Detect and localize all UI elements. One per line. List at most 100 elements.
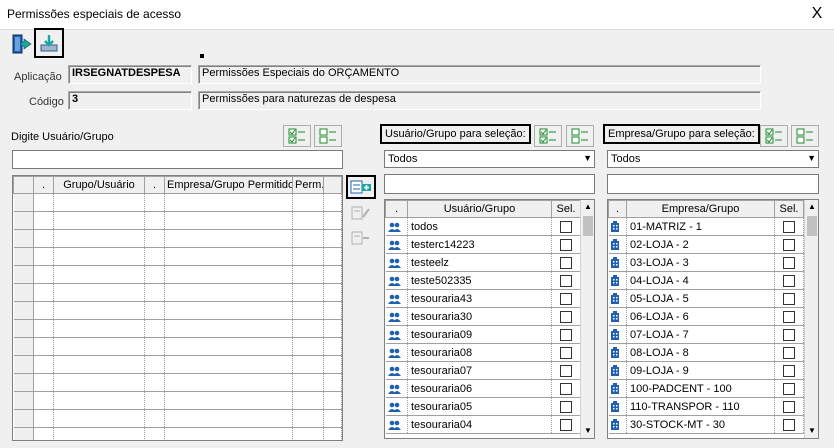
user-row-select[interactable] xyxy=(551,415,581,434)
company-row[interactable]: 09-LOJA - 9 xyxy=(608,361,818,380)
select-checkbox[interactable] xyxy=(560,364,572,377)
user-row-select[interactable] xyxy=(551,361,581,380)
company-row-select[interactable] xyxy=(774,361,804,380)
user-row[interactable]: todos xyxy=(385,217,594,236)
table-cell[interactable] xyxy=(33,319,54,338)
company-row-select[interactable] xyxy=(774,343,804,362)
company-row-select[interactable] xyxy=(774,325,804,344)
companies-col-name[interactable]: Empresa/Grupo xyxy=(626,200,775,218)
companies-filter-combo[interactable]: Todos ▼ xyxy=(607,150,819,168)
company-row-name[interactable]: 04-LOJA - 4 xyxy=(626,271,775,290)
company-row[interactable]: 02-LOJA - 2 xyxy=(608,235,818,254)
company-row[interactable]: 08-LOJA - 8 xyxy=(608,343,818,362)
select-checkbox[interactable] xyxy=(560,400,572,413)
user-row[interactable]: tesouraria05 xyxy=(385,397,594,416)
left-col-perm[interactable]: Perm. xyxy=(292,176,324,194)
table-cell[interactable] xyxy=(144,193,165,212)
user-row-name[interactable]: tesouraria07 xyxy=(407,361,552,380)
table-cell[interactable] xyxy=(164,409,293,428)
company-row-name[interactable]: 30-STOCK-MT - 30 xyxy=(626,415,775,434)
user-row-select[interactable] xyxy=(551,289,581,308)
left-col-company-group[interactable]: Empresa/Grupo Permitido xyxy=(164,176,293,194)
select-checkbox[interactable] xyxy=(783,220,795,233)
users-scrollbar[interactable]: ▲ ▼ xyxy=(580,200,594,438)
user-row-select[interactable] xyxy=(551,343,581,362)
user-row-name[interactable]: tesouraria08 xyxy=(407,343,552,362)
company-row-name[interactable]: 03-LOJA - 3 xyxy=(626,253,775,272)
save-button[interactable] xyxy=(34,28,64,58)
select-checkbox[interactable] xyxy=(560,292,572,305)
select-checkbox[interactable] xyxy=(783,274,795,287)
table-row[interactable] xyxy=(13,355,342,374)
table-row[interactable] xyxy=(13,229,342,248)
company-row-name[interactable]: 06-LOJA - 6 xyxy=(626,307,775,326)
table-cell[interactable] xyxy=(33,337,54,356)
company-row-select[interactable] xyxy=(774,271,804,290)
company-row-name[interactable]: 02-LOJA - 2 xyxy=(626,235,775,254)
users-unselect-all-button[interactable] xyxy=(566,125,594,147)
table-cell[interactable] xyxy=(292,229,324,248)
users-search-input[interactable] xyxy=(384,174,595,194)
user-row-select[interactable] xyxy=(551,235,581,254)
table-cell[interactable] xyxy=(292,193,324,212)
user-row-name[interactable]: testeelz xyxy=(407,253,552,272)
table-row[interactable] xyxy=(13,301,342,320)
table-cell[interactable] xyxy=(33,409,54,428)
company-row-select[interactable] xyxy=(774,379,804,398)
scroll-down-icon[interactable]: ▼ xyxy=(805,424,818,438)
table-cell[interactable] xyxy=(144,409,165,428)
company-row-select[interactable] xyxy=(774,217,804,236)
select-checkbox[interactable] xyxy=(783,256,795,269)
table-cell[interactable] xyxy=(53,319,145,338)
table-cell[interactable] xyxy=(323,211,342,230)
table-cell[interactable] xyxy=(53,355,145,374)
left-col-dot1[interactable]: . xyxy=(33,176,54,194)
table-cell[interactable] xyxy=(164,211,293,230)
company-row[interactable]: 07-LOJA - 7 xyxy=(608,325,818,344)
select-checkbox[interactable] xyxy=(560,256,572,269)
select-checkbox[interactable] xyxy=(783,328,795,341)
table-cell[interactable] xyxy=(164,337,293,356)
user-row-name[interactable]: testerc14223 xyxy=(407,235,552,254)
select-checkbox[interactable] xyxy=(560,328,572,341)
table-cell[interactable] xyxy=(144,337,165,356)
company-row-select[interactable] xyxy=(774,397,804,416)
users-select-all-button[interactable] xyxy=(534,125,562,147)
company-row-name[interactable]: 09-LOJA - 9 xyxy=(626,361,775,380)
company-row-name[interactable]: 01-MATRIZ - 1 xyxy=(626,217,775,236)
scroll-up-icon[interactable]: ▲ xyxy=(581,200,594,214)
user-row-select[interactable] xyxy=(551,217,581,236)
user-row-select[interactable] xyxy=(551,271,581,290)
table-cell[interactable] xyxy=(53,427,145,440)
table-cell[interactable] xyxy=(292,301,324,320)
table-cell[interactable] xyxy=(323,283,342,302)
select-checkbox[interactable] xyxy=(560,310,572,323)
table-row[interactable] xyxy=(13,211,342,230)
table-cell[interactable] xyxy=(33,355,54,374)
company-row[interactable]: 04-LOJA - 4 xyxy=(608,271,818,290)
table-cell[interactable] xyxy=(164,247,293,266)
table-row[interactable] xyxy=(13,391,342,410)
user-row-name[interactable]: tesouraria09 xyxy=(407,325,552,344)
table-cell[interactable] xyxy=(33,391,54,410)
table-cell[interactable] xyxy=(144,355,165,374)
table-cell[interactable] xyxy=(323,427,342,440)
scroll-thumb[interactable] xyxy=(807,216,817,236)
select-checkbox[interactable] xyxy=(560,418,572,431)
table-row[interactable] xyxy=(13,265,342,284)
company-row[interactable]: 01-MATRIZ - 1 xyxy=(608,217,818,236)
user-row[interactable]: testerc14223 xyxy=(385,235,594,254)
user-row[interactable]: tesouraria43 xyxy=(385,289,594,308)
table-cell[interactable] xyxy=(33,427,54,440)
user-row-select[interactable] xyxy=(551,253,581,272)
table-cell[interactable] xyxy=(144,427,165,440)
select-checkbox[interactable] xyxy=(783,292,795,305)
table-cell[interactable] xyxy=(33,283,54,302)
table-cell[interactable] xyxy=(323,319,342,338)
company-row[interactable]: 100-PADCENT - 100 xyxy=(608,379,818,398)
select-checkbox[interactable] xyxy=(783,400,795,413)
exit-button[interactable] xyxy=(8,30,36,58)
scroll-thumb[interactable] xyxy=(583,216,593,236)
table-cell[interactable] xyxy=(164,355,293,374)
companies-select-all-button[interactable] xyxy=(760,125,788,147)
